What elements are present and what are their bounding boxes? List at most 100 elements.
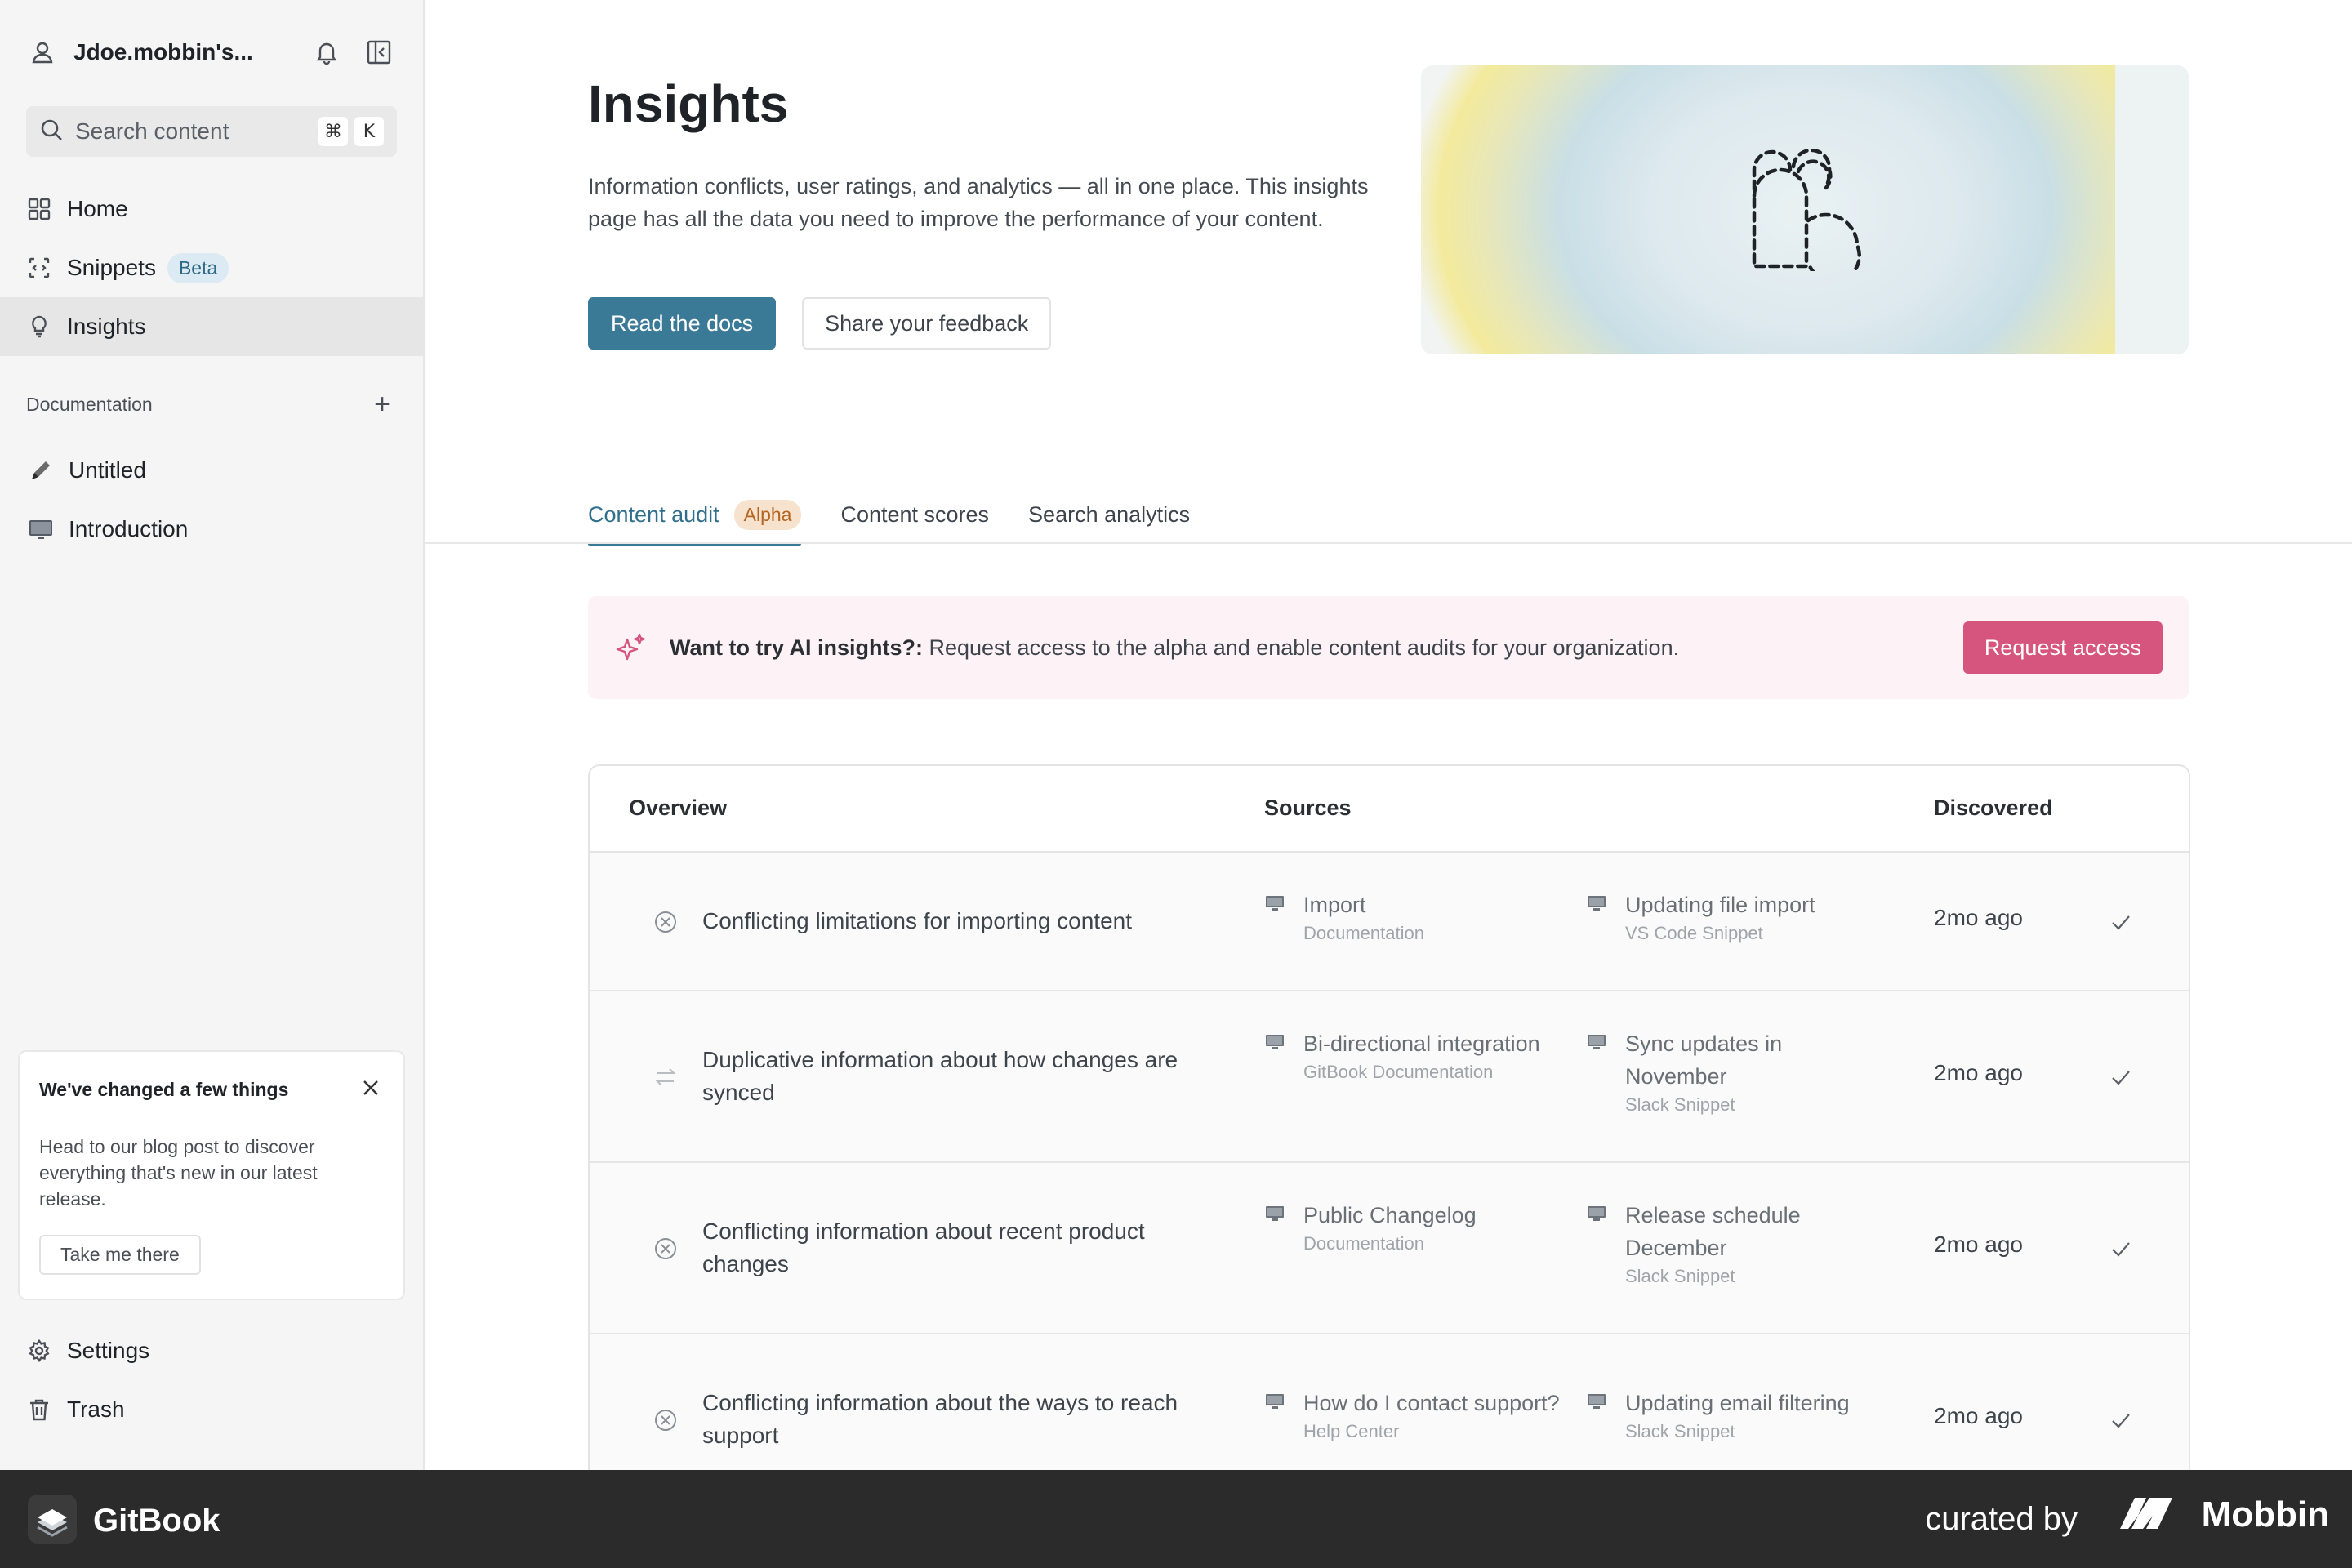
source-item[interactable]: How do I contact support? Help Center bbox=[1264, 1387, 1560, 1444]
page-description: Information conflicts, user ratings, and… bbox=[588, 174, 1369, 231]
nav-label-settings: Settings bbox=[67, 1338, 150, 1363]
source-item[interactable]: Bi-directional integration GitBook Docume… bbox=[1264, 1027, 1540, 1085]
source-item[interactable]: Import Documentation bbox=[1264, 889, 1424, 946]
mobbin-logo-icon bbox=[2117, 1493, 2192, 1536]
source-item[interactable]: Public Changelog Documentation bbox=[1264, 1199, 1477, 1256]
close-icon[interactable] bbox=[358, 1076, 384, 1102]
monitor-icon bbox=[28, 516, 54, 542]
banner-body-text: Request access to the alpha and enable c… bbox=[922, 635, 1680, 660]
org-header: Jdoe.mobbin's... bbox=[26, 29, 399, 75]
nav-label-trash: Trash bbox=[67, 1396, 125, 1422]
source-type: Documentation bbox=[1303, 923, 1424, 943]
source-item[interactable]: Updating file import VS Code Snippet bbox=[1586, 889, 1815, 946]
source-type: Slack Snippet bbox=[1625, 1421, 1735, 1441]
source-item[interactable]: Sync updates in November Slack Snippet bbox=[1586, 1027, 1847, 1117]
tab-search-analytics[interactable]: Search analytics bbox=[1028, 490, 1190, 539]
org-name[interactable]: Jdoe.mobbin's... bbox=[74, 39, 294, 65]
source-type: Documentation bbox=[1303, 1233, 1424, 1254]
table-row[interactable]: Conflicting limitations for importing co… bbox=[590, 853, 2189, 991]
nav-item-settings[interactable]: Settings bbox=[0, 1321, 423, 1380]
discovered-time: 2mo ago bbox=[1934, 1232, 2023, 1257]
documentation-list: Untitled Introduction bbox=[0, 441, 423, 559]
notice-title: We've changed a few things bbox=[39, 1078, 289, 1100]
bell-icon[interactable] bbox=[307, 33, 346, 72]
take-me-there-button[interactable]: Take me there bbox=[39, 1235, 201, 1275]
shortcut-key: K bbox=[354, 117, 384, 146]
gear-icon bbox=[26, 1338, 52, 1364]
resolve-check-icon[interactable] bbox=[2107, 1063, 2135, 1091]
nav-item-insights[interactable]: Insights bbox=[0, 297, 423, 356]
nav-item-home[interactable]: Home bbox=[0, 180, 423, 238]
document-icon bbox=[1264, 1034, 1285, 1050]
document-icon bbox=[1264, 895, 1285, 911]
content-audit-table: Overview Sources Discovered Conflicting … bbox=[588, 764, 2190, 1470]
doc-item-introduction[interactable]: Introduction bbox=[0, 500, 423, 559]
table-row[interactable]: Duplicative information about how change… bbox=[590, 991, 2189, 1163]
duplicate-icon bbox=[652, 1063, 679, 1091]
alpha-badge: Alpha bbox=[733, 499, 802, 530]
doc-item-untitled[interactable]: Untitled bbox=[0, 441, 423, 500]
gitbook-brand: GitBook bbox=[28, 1494, 220, 1548]
nav-label-insights: Insights bbox=[67, 314, 146, 339]
nav-item-trash[interactable]: Trash bbox=[0, 1380, 423, 1439]
document-icon bbox=[1264, 1205, 1285, 1222]
search-placeholder: Search content bbox=[75, 118, 229, 144]
table-row[interactable]: Conflicting information about recent pro… bbox=[590, 1163, 2189, 1334]
sidebar: Jdoe.mobbin's... Search content ⌘ K Home… bbox=[0, 0, 425, 1470]
curated-by-label: curated by bbox=[1925, 1501, 2078, 1537]
source-type: Slack Snippet bbox=[1625, 1266, 1735, 1286]
discovered-time: 2mo ago bbox=[1934, 1403, 2023, 1428]
row-title: Duplicative information about how change… bbox=[702, 1047, 1178, 1105]
search-icon bbox=[39, 118, 64, 146]
source-name: How do I contact support? bbox=[1303, 1391, 1560, 1415]
tab-label-search-analytics: Search analytics bbox=[1028, 501, 1191, 527]
source-type: Slack Snippet bbox=[1625, 1094, 1735, 1115]
user-icon[interactable] bbox=[26, 36, 59, 69]
insights-illustration-icon bbox=[1752, 149, 1862, 271]
changes-notice: We've changed a few things Head to our b… bbox=[18, 1050, 405, 1300]
search-input[interactable]: Search content ⌘ K bbox=[26, 106, 397, 157]
conflict-icon bbox=[652, 908, 679, 936]
column-header-sources: Sources bbox=[1264, 795, 1352, 820]
source-type: VS Code Snippet bbox=[1625, 923, 1763, 943]
section-label: Documentation bbox=[26, 394, 153, 415]
tab-content-scores[interactable]: Content scores bbox=[840, 490, 989, 539]
row-title: Conflicting information about the ways t… bbox=[702, 1390, 1178, 1448]
discovered-time: 2mo ago bbox=[1934, 1060, 2023, 1085]
shortcut-cmd: ⌘ bbox=[318, 117, 348, 146]
grid-icon bbox=[26, 196, 52, 222]
documentation-section-header: Documentation + bbox=[26, 389, 399, 421]
source-item[interactable]: Release schedule December Slack Snippet bbox=[1586, 1199, 1847, 1289]
row-title: Conflicting information about recent pro… bbox=[702, 1218, 1145, 1276]
tab-content-audit[interactable]: Content audit Alpha bbox=[588, 490, 802, 546]
resolve-check-icon[interactable] bbox=[2107, 1406, 2135, 1434]
conflict-icon bbox=[652, 1235, 679, 1263]
gitbook-logo-icon bbox=[28, 1494, 77, 1548]
doc-label-introduction: Introduction bbox=[69, 516, 189, 541]
document-icon bbox=[1586, 1393, 1607, 1410]
share-feedback-button[interactable]: Share your feedback bbox=[802, 297, 1052, 350]
tabs-divider bbox=[425, 542, 2352, 544]
mobbin-name: Mobbin bbox=[2201, 1494, 2329, 1535]
tab-label-content-scores: Content scores bbox=[840, 501, 990, 527]
primary-nav: Home Snippets Beta Insights bbox=[0, 180, 423, 356]
collapse-sidebar-icon[interactable] bbox=[359, 33, 399, 72]
nav-label-snippets: Snippets bbox=[67, 255, 156, 280]
hero-illustration bbox=[1421, 65, 2189, 354]
source-name: Updating file import bbox=[1625, 893, 1815, 917]
request-access-button[interactable]: Request access bbox=[1962, 621, 2163, 674]
resolve-check-icon[interactable] bbox=[2107, 1235, 2135, 1263]
discovered-time: 2mo ago bbox=[1934, 905, 2023, 930]
read-docs-button[interactable]: Read the docs bbox=[588, 297, 777, 350]
document-icon bbox=[1586, 1034, 1607, 1050]
nav-item-snippets[interactable]: Snippets Beta bbox=[0, 238, 423, 297]
sidebar-bottom: Settings Trash bbox=[0, 1321, 423, 1439]
source-name: Sync updates in November bbox=[1625, 1031, 1783, 1089]
source-item[interactable]: Updating email filtering Slack Snippet bbox=[1586, 1387, 1850, 1444]
add-space-icon[interactable]: + bbox=[366, 389, 399, 421]
beta-badge: Beta bbox=[167, 252, 229, 283]
table-row[interactable]: Conflicting information about the ways t… bbox=[590, 1334, 2189, 1470]
source-name: Updating email filtering bbox=[1625, 1391, 1850, 1415]
resolve-check-icon[interactable] bbox=[2107, 908, 2135, 936]
tab-label-content-audit: Content audit bbox=[588, 501, 719, 527]
